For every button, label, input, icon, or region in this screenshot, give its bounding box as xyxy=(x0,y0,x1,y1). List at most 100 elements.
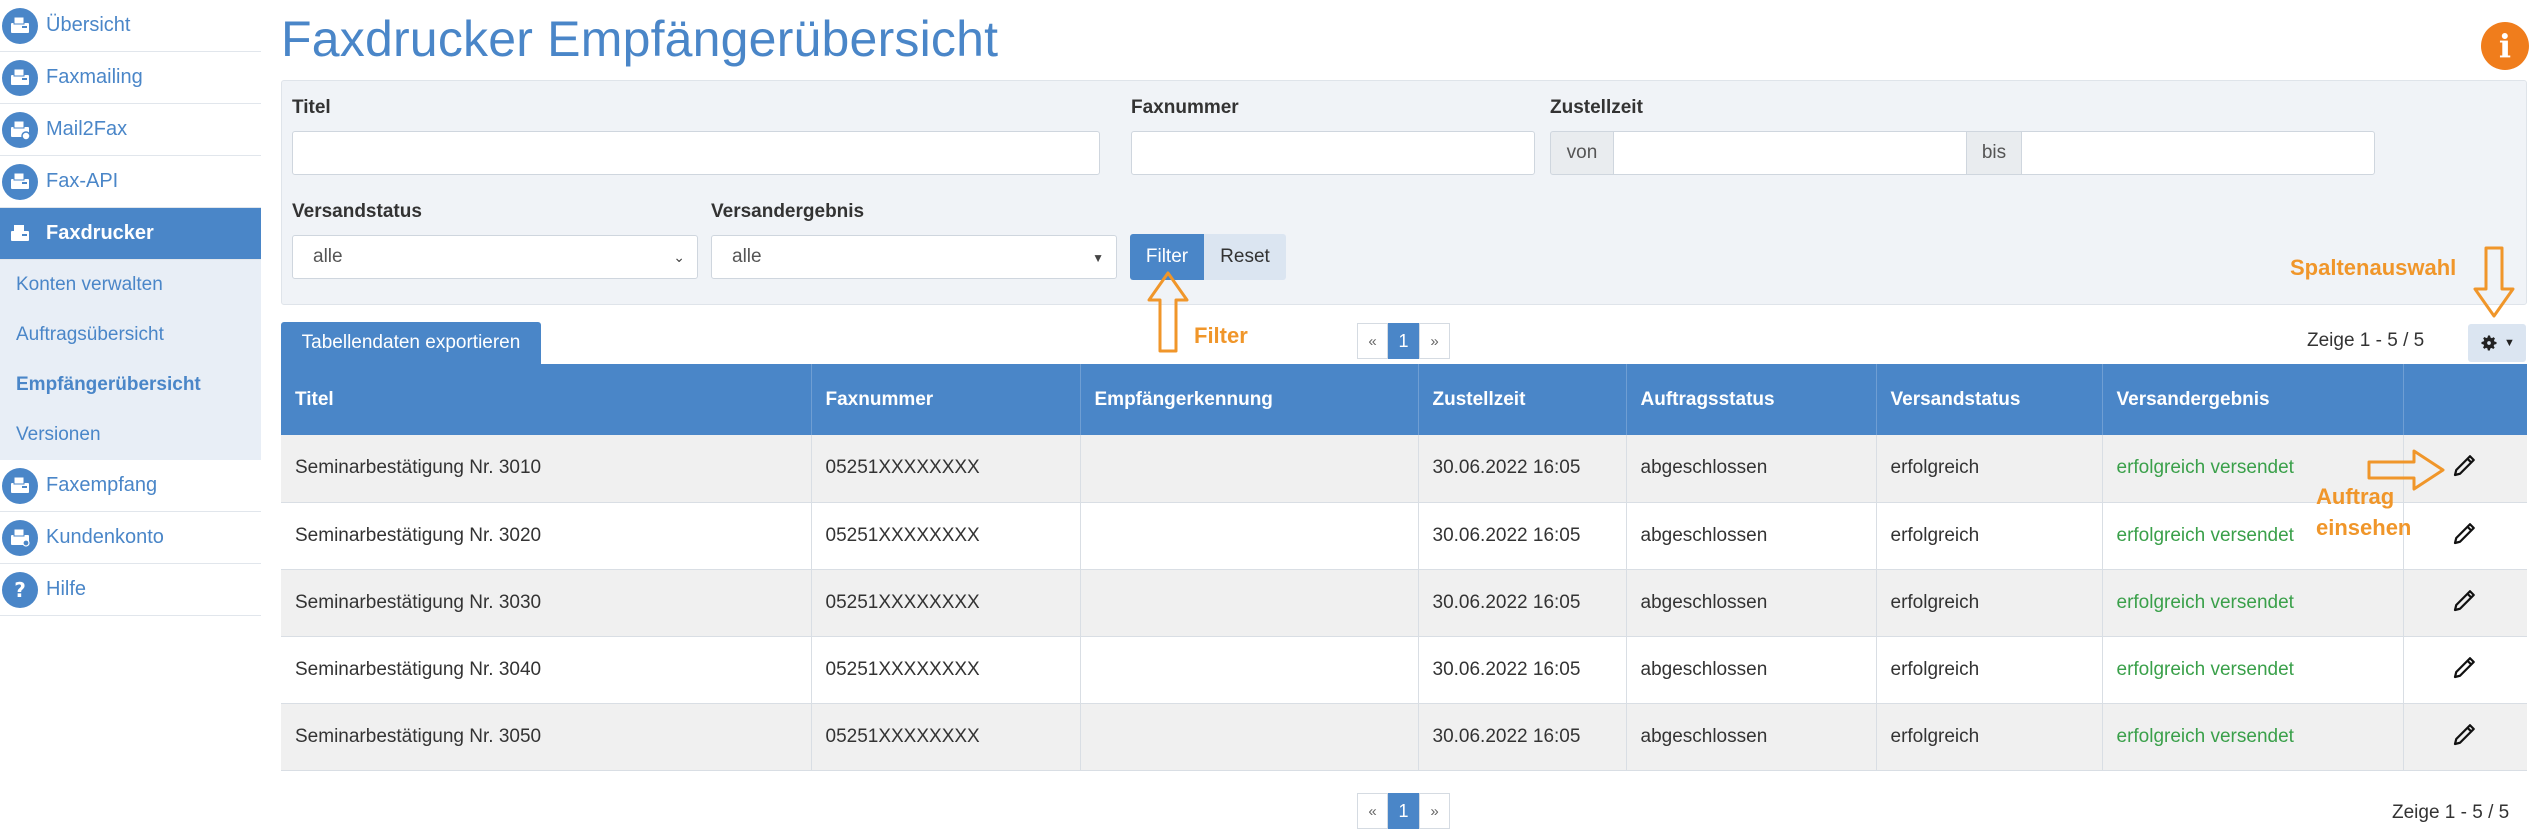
versandstatus-value: alle xyxy=(313,246,343,267)
filter-panel: Titel Faxnummer Zustellzeit von bis Vers… xyxy=(281,80,2527,305)
cell-faxnummer: 05251XXXXXXXX xyxy=(811,636,1081,704)
sidebar-subitem-empfaenger[interactable]: Empfängerübersicht xyxy=(0,360,261,410)
sidebar-item-mail2fax[interactable]: Mail2Fax xyxy=(0,104,261,156)
pencil-icon[interactable] xyxy=(2450,652,2480,682)
cell-zustellzeit: 30.06.2022 16:05 xyxy=(1418,569,1627,637)
fax-icon xyxy=(2,163,38,200)
cell-auftragsstatus: abgeschlossen xyxy=(1626,703,1877,771)
cell-auftragsstatus: abgeschlossen xyxy=(1626,502,1877,570)
cell-titel: Seminarbestätigung Nr. 3050 xyxy=(281,703,812,771)
edit-cell xyxy=(2403,502,2527,570)
versandstatus-label: Versandstatus xyxy=(292,201,422,222)
table-row: Seminarbestätigung Nr. 3040 05251XXXXXXX… xyxy=(281,636,2527,704)
table-row: Seminarbestätigung Nr. 3030 05251XXXXXXX… xyxy=(281,569,2527,637)
bis-addon: bis xyxy=(1966,131,2022,175)
cell-auftragsstatus: abgeschlossen xyxy=(1626,435,1877,503)
recipients-table: Titel Faxnummer Empfängerkennung Zustell… xyxy=(281,364,2527,771)
versandergebnis-select[interactable]: alle ▼ xyxy=(711,235,1117,279)
fax-icon xyxy=(2,7,38,44)
sidebar-item-faxmailing[interactable]: Faxmailing xyxy=(0,52,261,104)
column-header-versandergebnis[interactable]: Versandergebnis xyxy=(2102,364,2404,435)
titel-label: Titel xyxy=(292,97,331,118)
pager-prev[interactable]: « xyxy=(1357,323,1388,359)
gear-icon xyxy=(2481,335,2497,351)
export-button[interactable]: Tabellendaten exportieren xyxy=(281,322,541,364)
pager-next[interactable]: » xyxy=(1419,793,1450,829)
sidebar-item-faxempfang[interactable]: Faxempfang xyxy=(0,460,261,512)
column-header-titel[interactable]: Titel xyxy=(281,364,812,435)
sidebar-item-label: Faxmailing xyxy=(46,66,143,88)
cell-titel: Seminarbestätigung Nr. 3020 xyxy=(281,502,812,570)
column-header-zustellzeit[interactable]: Zustellzeit xyxy=(1418,364,1627,435)
pager-prev[interactable]: « xyxy=(1357,793,1388,829)
cell-faxnummer: 05251XXXXXXXX xyxy=(811,569,1081,637)
zustellzeit-von-input[interactable] xyxy=(1613,131,1967,175)
sidebar-item-kundenkonto[interactable]: Kundenkonto xyxy=(0,512,261,564)
svg-text:?: ? xyxy=(14,578,26,602)
sidebar-item-uebersicht[interactable]: Übersicht xyxy=(0,0,261,52)
pager-page[interactable]: 1 xyxy=(1388,323,1419,359)
fax-icon xyxy=(2,59,38,96)
sidebar-item-label: Fax-API xyxy=(46,170,119,192)
sidebar-subitem-versionen[interactable]: Versionen xyxy=(0,410,261,460)
pencil-icon[interactable] xyxy=(2450,450,2480,480)
info-icon[interactable]: i xyxy=(2481,22,2529,70)
cell-zustellzeit: 30.06.2022 16:05 xyxy=(1418,703,1627,771)
pencil-icon[interactable] xyxy=(2450,719,2480,749)
sidebar-item-label: Kundenkonto xyxy=(46,526,164,548)
cell-auftragsstatus: abgeschlossen xyxy=(1626,636,1877,704)
column-header-faxnummer[interactable]: Faxnummer xyxy=(811,364,1081,435)
sidebar-subitem-auftraege[interactable]: Auftragsübersicht xyxy=(0,310,261,360)
record-count-bottom: Zeige 1 - 5 / 5 xyxy=(2392,802,2510,823)
cell-versandstatus: erfolgreich xyxy=(1876,636,2103,704)
cell-zustellzeit: 30.06.2022 16:05 xyxy=(1418,502,1627,570)
sidebar-item-faxdrucker[interactable]: Faxdrucker xyxy=(0,208,261,260)
sidebar-subnav: Konten verwalten Auftragsübersicht Empfä… xyxy=(0,260,261,460)
pagination-top: « 1 » xyxy=(1357,323,1450,359)
pager-next[interactable]: » xyxy=(1419,323,1450,359)
sidebar-item-label: Hilfe xyxy=(46,578,87,600)
fax-icon xyxy=(2,467,38,504)
cell-versandstatus: erfolgreich xyxy=(1876,703,2103,771)
table-header-row: Titel Faxnummer Empfängerkennung Zustell… xyxy=(281,364,2527,435)
annotation-auftrag: Auftrag xyxy=(2316,484,2395,509)
cell-empfaengerkennung xyxy=(1080,569,1419,637)
column-header-versandstatus[interactable]: Versandstatus xyxy=(1876,364,2103,435)
cell-versandstatus: erfolgreich xyxy=(1876,569,2103,637)
zustellzeit-bis-input[interactable] xyxy=(2021,131,2375,175)
fax-printer-icon xyxy=(2,216,38,252)
sidebar-item-label: Faxdrucker xyxy=(46,222,154,244)
table-row: Seminarbestätigung Nr. 3010 05251XXXXXXX… xyxy=(281,435,2527,503)
cell-versandergebnis: erfolgreich versendet xyxy=(2102,636,2404,704)
versandergebnis-label: Versandergebnis xyxy=(711,201,865,222)
edit-cell xyxy=(2403,636,2527,704)
table-row: Seminarbestätigung Nr. 3020 05251XXXXXXX… xyxy=(281,502,2527,570)
pager-page[interactable]: 1 xyxy=(1388,793,1419,829)
reset-button[interactable]: Reset xyxy=(1204,234,1286,280)
chevron-down-icon: ⌄ xyxy=(673,249,685,265)
edit-cell xyxy=(2403,569,2527,637)
edit-cell xyxy=(2403,703,2527,771)
cell-faxnummer: 05251XXXXXXXX xyxy=(811,502,1081,570)
pencil-icon[interactable] xyxy=(2450,518,2480,548)
cell-versandergebnis: erfolgreich versendet xyxy=(2102,703,2404,771)
annotation-spaltenauswahl: Spaltenauswahl xyxy=(2290,255,2457,280)
cell-faxnummer: 05251XXXXXXXX xyxy=(811,703,1081,771)
cell-faxnummer: 05251XXXXXXXX xyxy=(811,435,1081,503)
sidebar-item-fax-api[interactable]: Fax-API xyxy=(0,156,261,208)
sidebar-item-label: Mail2Fax xyxy=(46,118,128,140)
column-header-auftragsstatus[interactable]: Auftragsstatus xyxy=(1626,364,1877,435)
sidebar-subitem-konten[interactable]: Konten verwalten xyxy=(0,260,261,310)
faxnummer-input[interactable] xyxy=(1131,131,1535,175)
column-selector-button[interactable]: ▼ xyxy=(2468,324,2526,362)
page-title: Faxdrucker Empfängerübersicht xyxy=(281,11,999,67)
cell-versandergebnis: erfolgreich versendet xyxy=(2102,569,2404,637)
sidebar-item-hilfe[interactable]: ? Hilfe xyxy=(0,564,261,616)
pencil-icon[interactable] xyxy=(2450,585,2480,615)
titel-input[interactable] xyxy=(292,131,1100,175)
versandstatus-select[interactable]: alle ⌄ xyxy=(292,235,698,279)
column-header-empfaengerkennung[interactable]: Empfängerkennung xyxy=(1080,364,1419,435)
annotation-einsehen: einsehen xyxy=(2316,515,2412,540)
caret-down-icon: ▼ xyxy=(1092,251,1104,265)
arrow-up-icon xyxy=(1147,271,1189,353)
